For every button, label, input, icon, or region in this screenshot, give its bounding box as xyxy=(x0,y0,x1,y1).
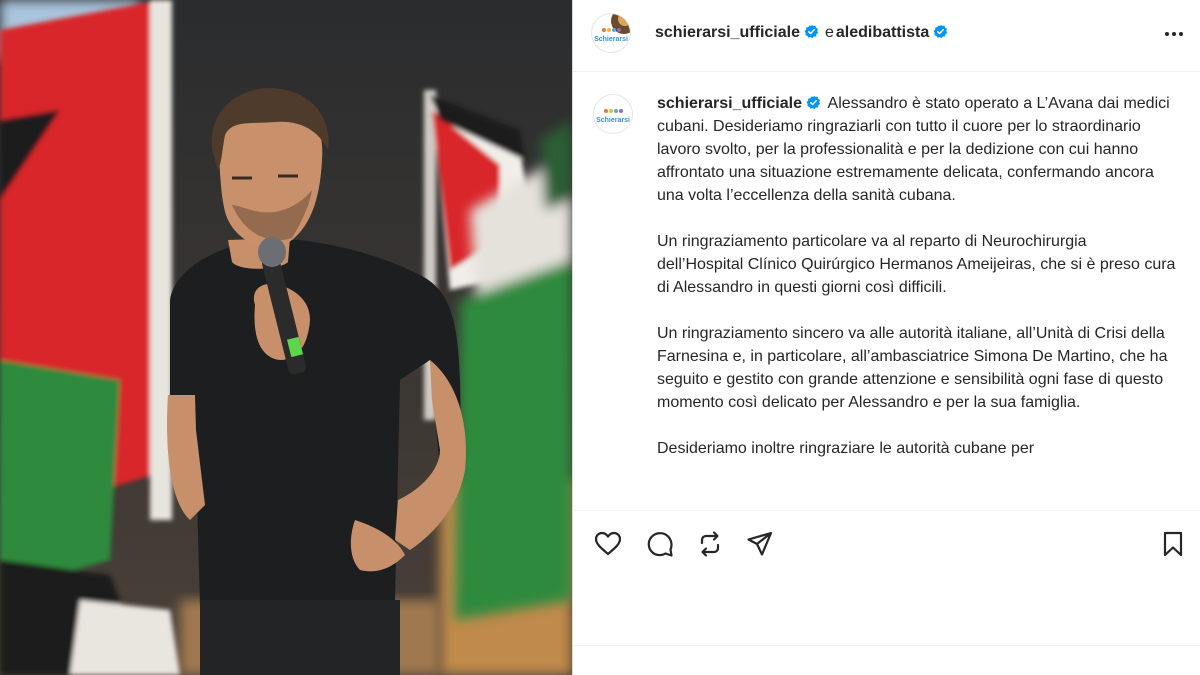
caption-text: schierarsi_ufficiale Alessandro è stato … xyxy=(657,92,1177,483)
repost-icon[interactable] xyxy=(695,529,725,559)
coauthor-username[interactable]: aledibattista xyxy=(836,24,929,41)
author-avatar[interactable]: Schierarsi xyxy=(591,13,631,53)
caption-paragraph: schierarsi_ufficiale Alessandro è stato … xyxy=(657,92,1177,207)
verified-badge-icon xyxy=(806,95,821,110)
caption-paragraph: Desideriamo inoltre ringraziare le autor… xyxy=(657,440,1035,457)
post-photo xyxy=(0,0,572,675)
author-username[interactable]: schierarsi_ufficiale xyxy=(655,24,800,41)
avatar-logo-text: Schierarsi xyxy=(596,117,630,124)
caption-area: Schierarsi schierarsi_ufficiale Alessand… xyxy=(573,72,1200,510)
post-header: Schierarsi schierarsi_ufficiale e aledibat… xyxy=(573,0,1200,72)
caption-paragraph: Un ringraziamento sincero va alle autori… xyxy=(657,325,1168,411)
heart-icon[interactable] xyxy=(593,529,623,559)
divider xyxy=(573,645,1200,646)
comment-icon[interactable] xyxy=(645,529,675,559)
author-line: schierarsi_ufficiale e aledibattista xyxy=(655,23,951,43)
more-options-icon[interactable] xyxy=(1162,22,1186,46)
caption-paragraph: Un ringraziamento particolare va al repa… xyxy=(657,233,1176,296)
bookmark-icon[interactable] xyxy=(1158,529,1188,559)
verified-badge-icon xyxy=(804,24,819,39)
action-bar xyxy=(573,510,1200,580)
caption-author-username[interactable]: schierarsi_ufficiale xyxy=(657,95,802,112)
share-icon[interactable] xyxy=(745,529,775,559)
coauthor-connector: e xyxy=(824,24,834,41)
avatar-logo-text: Schierarsi xyxy=(594,36,628,43)
schierarsi-logo-icon xyxy=(602,28,621,32)
post-panel: Schierarsi schierarsi_ufficiale e aledibat… xyxy=(572,0,1200,675)
verified-badge-icon xyxy=(933,24,948,39)
schierarsi-logo-icon xyxy=(604,109,623,113)
caption-author-avatar[interactable]: Schierarsi xyxy=(593,94,633,134)
coauthor-avatar-face xyxy=(618,14,630,26)
